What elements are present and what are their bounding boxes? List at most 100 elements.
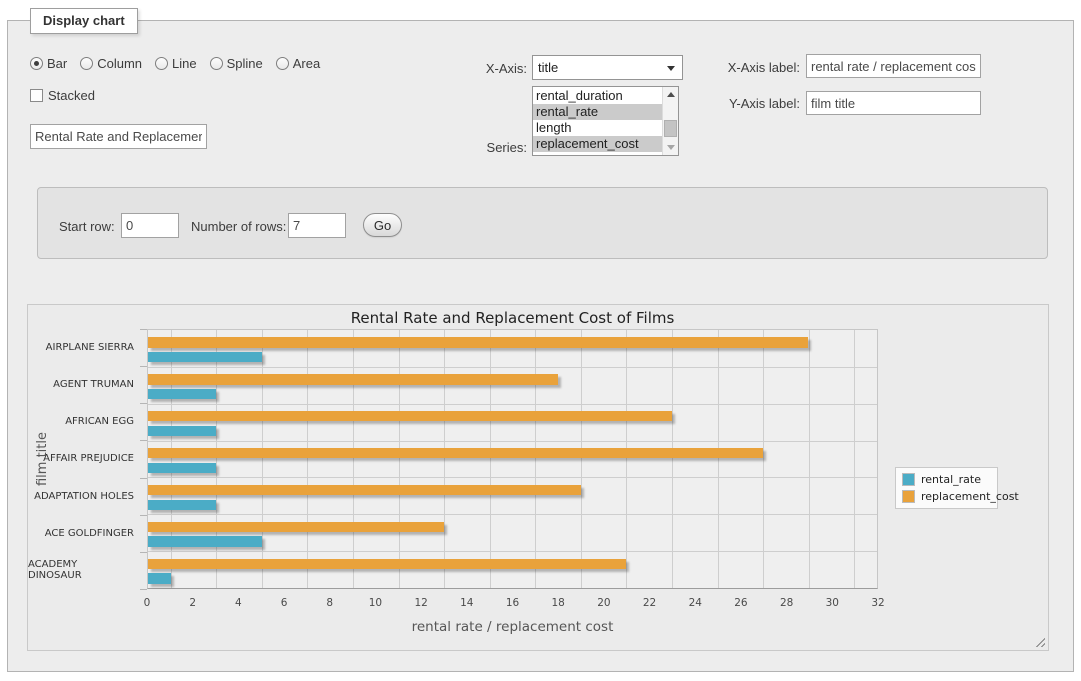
number-of-rows-input[interactable] [288,213,346,238]
xaxis-label-input[interactable] [806,54,981,78]
bar-replacement_cost [148,559,626,569]
xaxis-label: X-Axis: [427,61,527,76]
bar-replacement_cost [148,411,672,421]
gridline-horizontal [148,477,877,478]
chart-type-radio-line[interactable]: Line [155,56,197,71]
x-tick-label: 2 [189,597,196,609]
radio-label: Bar [47,56,67,71]
fieldset-legend: Display chart [30,8,138,34]
y-tick-mark [140,366,147,367]
y-axis-labels: AIRPLANE SIERRAAGENT TRUMANAFRICAN EGGAF… [28,329,141,589]
gridline-vertical [444,330,445,588]
x-tick-label: 18 [552,597,565,609]
stacked-label: Stacked [48,88,95,103]
x-tick-label: 14 [460,597,473,609]
series-option[interactable]: replacement_cost [533,136,662,152]
chart-type-radio-group: Bar Column Line Spline Area [30,56,320,71]
x-axis-ticks: 02468101214161820222426283032 [147,597,878,611]
legend-row: replacement_cost [902,490,991,503]
scroll-up-button[interactable] [663,87,678,102]
start-row-label: Start row: [59,219,115,234]
series-listbox[interactable]: rental_durationrental_ratelengthreplacem… [532,86,679,156]
category-label: AIRPLANE SIERRA [28,329,141,366]
radio-icon[interactable] [210,57,223,70]
x-tick-label: 32 [871,597,884,609]
radio-label: Area [293,56,320,71]
x-tick-label: 6 [281,597,288,609]
start-row-input[interactable] [121,213,179,238]
y-tick-mark [140,403,147,404]
chart-type-radio-bar[interactable]: Bar [30,56,67,71]
legend-label: replacement_cost [921,490,1019,503]
bar-rental_rate [148,536,262,546]
bar-rental_rate [148,426,216,436]
scrollbar-thumb[interactable] [664,120,677,137]
x-tick-label: 0 [144,597,151,609]
y-tick-mark [140,552,147,553]
legend-label: rental_rate [921,473,981,486]
chart-type-radio-column[interactable]: Column [80,56,142,71]
radio-label: Line [172,56,197,71]
bar-replacement_cost [148,374,558,384]
gridline-horizontal [148,551,877,552]
series-option[interactable]: rental_rate [533,104,662,120]
go-button[interactable]: Go [363,213,402,237]
x-tick-label: 28 [780,597,793,609]
gridline-horizontal [148,441,877,442]
series-option[interactable]: length [533,120,662,136]
scroll-down-icon [667,145,675,150]
category-label: AFFAIR PREJUDICE [28,440,141,477]
legend-swatch-icon [902,473,915,486]
chart-type-radio-area[interactable]: Area [276,56,320,71]
category-label: ADAPTATION HOLES [28,478,141,515]
gridline-vertical [626,330,627,588]
category-label: AGENT TRUMAN [28,366,141,403]
gridline-vertical [535,330,536,588]
category-label: ACADEMY DINOSAUR [28,552,141,589]
x-tick-label: 22 [643,597,656,609]
chart-title-input[interactable] [30,124,207,149]
radio-icon[interactable] [80,57,93,70]
gridline-vertical [399,330,400,588]
gridline-vertical [171,330,172,588]
y-axis-ticks [140,329,147,590]
yaxis-label-input[interactable] [806,91,981,115]
gridline-vertical [718,330,719,588]
chart-legend: rental_rate replacement_cost [895,467,998,509]
stacked-checkbox-row[interactable]: Stacked [30,88,95,103]
yaxis-label-caption: Y-Axis label: [700,96,800,111]
bar-rental_rate [148,500,216,510]
chart-type-radio-spline[interactable]: Spline [210,56,263,71]
y-tick-mark [140,329,147,330]
gridline-horizontal [148,514,877,515]
bar-rental_rate [148,463,216,473]
gridline-vertical [672,330,673,588]
y-tick-mark [140,515,147,516]
stacked-checkbox[interactable] [30,89,43,102]
resize-handle-icon[interactable] [1033,635,1045,647]
number-of-rows-label: Number of rows: [191,219,286,234]
gridline-horizontal [148,367,877,368]
legend-swatch-icon [902,490,915,503]
scroll-down-button[interactable] [663,140,678,155]
y-tick-mark [140,589,147,590]
radio-icon[interactable] [30,57,43,70]
rows-panel: Start row: Number of rows: Go [37,187,1048,259]
series-options: rental_durationrental_ratelengthreplacem… [533,88,662,152]
xaxis-select[interactable]: title [532,55,683,80]
series-scrollbar[interactable] [662,87,678,155]
x-tick-label: 10 [369,597,382,609]
bar-replacement_cost [148,337,808,347]
xaxis-label-caption: X-Axis label: [700,60,800,75]
series-option[interactable]: rental_duration [533,88,662,104]
bar-replacement_cost [148,448,763,458]
dropdown-arrow-icon [667,66,675,71]
category-label: AFRICAN EGG [28,403,141,440]
gridline-vertical [262,330,263,588]
radio-label: Spline [227,56,263,71]
x-tick-label: 12 [414,597,427,609]
gridline-vertical [490,330,491,588]
radio-icon[interactable] [276,57,289,70]
radio-icon[interactable] [155,57,168,70]
bar-rental_rate [148,573,171,583]
